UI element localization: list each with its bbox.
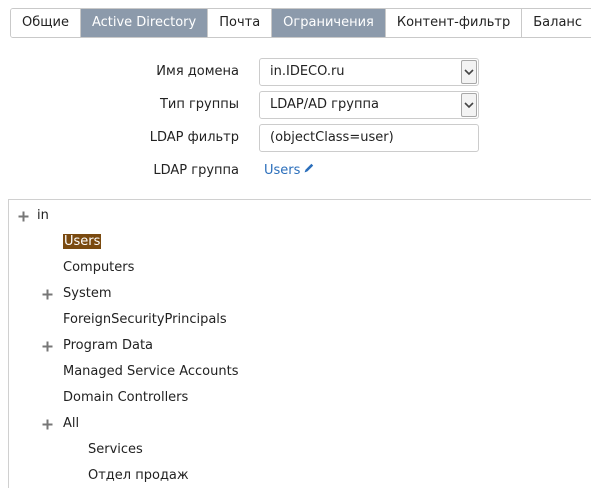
domain-select-value: in.IDECO.ru	[270, 64, 345, 79]
plus-icon[interactable]	[41, 288, 53, 300]
group-type-label: Тип группы	[159, 97, 239, 112]
tree-node-label[interactable]: Отдел продаж	[88, 468, 189, 483]
domain-row: Имя домена in.IDECO.ru	[0, 58, 591, 86]
group-type-select-value: LDAP/AD группа	[270, 97, 379, 112]
tree-node-label[interactable]: Services	[88, 442, 143, 457]
tree-node: Computers	[63, 258, 134, 278]
ldap-group-label: LDAP группа	[153, 163, 239, 178]
domain-select[interactable]: in.IDECO.ru	[259, 58, 479, 86]
tree-node: Managed Service Accounts	[63, 362, 238, 382]
tree-node: in	[17, 206, 49, 226]
group-type-row: Тип группы LDAP/AD группа	[0, 91, 591, 119]
ad-tree-panel: in Users Computers System ForeignSecurit…	[8, 199, 591, 488]
tree-node: Services	[88, 440, 143, 460]
plus-icon[interactable]	[41, 340, 53, 352]
tree-node-label[interactable]: System	[63, 286, 111, 301]
tree-node-label[interactable]: Computers	[63, 260, 134, 275]
ldap-filter-label: LDAP фильтр	[149, 130, 239, 145]
ldap-group-row: LDAP группа Users	[0, 157, 591, 185]
tree-node-label[interactable]: Managed Service Accounts	[63, 364, 238, 379]
tree-node-label[interactable]: Domain Controllers	[63, 390, 188, 405]
tree-node-label-selected[interactable]: Users	[63, 234, 102, 249]
tab-mail[interactable]: Почта	[208, 9, 273, 37]
tab-general[interactable]: Общие	[11, 9, 81, 37]
plus-icon[interactable]	[41, 418, 53, 430]
group-settings-page: Общие Active Directory Почта Ограничения…	[0, 0, 591, 488]
tab-balance[interactable]: Баланс	[522, 9, 591, 37]
ldap-group-value[interactable]: Users	[264, 157, 300, 185]
chevron-down-icon[interactable]	[461, 60, 477, 84]
pencil-icon[interactable]	[303, 157, 315, 185]
plus-icon[interactable]	[17, 210, 29, 222]
tab-content-filter[interactable]: Контент-фильтр	[385, 9, 523, 37]
tab-bar: Общие Active Directory Почта Ограничения…	[10, 8, 591, 38]
tree-node: Отдел продаж	[88, 466, 189, 486]
tree-node: Users	[63, 232, 102, 252]
tab-active-directory[interactable]: Active Directory	[80, 9, 209, 37]
tree-node: Domain Controllers	[63, 388, 188, 408]
tree-node: ForeignSecurityPrincipals	[63, 310, 227, 330]
tree-node: Program Data	[41, 336, 153, 356]
tree-node-label[interactable]: in	[37, 208, 49, 223]
tree-node: System	[41, 284, 111, 304]
ldap-filter-input[interactable]: (objectClass=user)	[259, 124, 479, 152]
ldap-group-link[interactable]: Users	[264, 157, 315, 185]
tree-node-label[interactable]: ForeignSecurityPrincipals	[63, 312, 227, 327]
ldap-filter-row: LDAP фильтр (objectClass=user)	[0, 124, 591, 152]
tree-node: All	[41, 414, 79, 434]
group-type-select[interactable]: LDAP/AD группа	[259, 91, 479, 119]
tab-restrictions[interactable]: Ограничения	[272, 9, 386, 37]
tree-node-label[interactable]: All	[63, 416, 79, 431]
domain-label: Имя домена	[156, 64, 239, 79]
chevron-down-icon[interactable]	[461, 93, 477, 117]
tree-node-label[interactable]: Program Data	[63, 338, 153, 353]
ldap-filter-value: (objectClass=user)	[270, 130, 394, 145]
